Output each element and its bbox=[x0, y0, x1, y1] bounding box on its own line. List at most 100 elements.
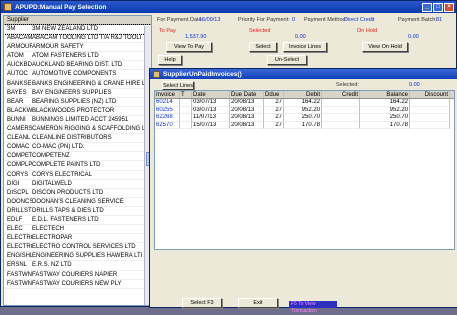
supplier-row[interactable]: DRILLST DRILLS TAPS & DIES LTD bbox=[4, 207, 151, 216]
minimize-button[interactable]: _ bbox=[422, 2, 432, 12]
column-header[interactable]: Credit bbox=[322, 91, 360, 98]
main-window: APUPD:Manual Pay Selection _ □ × Supplie… bbox=[0, 0, 457, 314]
supplier-row[interactable]: COMAC CO-MAC (PN) LTD. bbox=[4, 143, 151, 153]
supplier-row[interactable]: ELECTROCELECTRO CONTROL SERVICES LTD bbox=[4, 243, 151, 253]
invoice-lines-button[interactable]: Invoice Lines bbox=[283, 42, 327, 52]
maximize-button[interactable]: □ bbox=[433, 2, 443, 12]
supplier-row[interactable]: FASTWNAFASTWAY COURIERS NAPIER bbox=[4, 271, 151, 280]
supplier-row[interactable]: BAYES BAY ENGINEERS SUPPLIES bbox=[4, 89, 151, 98]
supplier-row[interactable]: CAMERSLCAMERON RIGGING & SCAFFOLDING L bbox=[4, 125, 151, 135]
supplier-name: DISCON PRODUCTS LTD bbox=[32, 189, 104, 196]
invoice-row[interactable]: 62268 11/07/13 20/08/13 27 250.70 250.70 bbox=[155, 114, 454, 122]
close-button[interactable]: × bbox=[444, 2, 454, 12]
view-to-pay-button[interactable]: View To Pay bbox=[166, 42, 212, 52]
supplier-code: BAYES bbox=[7, 89, 27, 96]
supplier-list[interactable]: Supplier 3M 3M NEW ZEALAND LTD ABACAM ABACA… bbox=[3, 15, 152, 306]
priority-label: Priority For Payment: bbox=[238, 17, 290, 23]
supplier-row[interactable]: DOONCS DOONAN'S CLEANING SERVICE bbox=[4, 198, 151, 207]
supplier-code: DRILLST bbox=[7, 207, 32, 214]
to-pay-value: 1,537.90 bbox=[185, 34, 207, 40]
supplier-row[interactable]: FASTWNEFASTWAY COURIERS NEW PLY bbox=[4, 280, 151, 289]
un-select-button[interactable]: Un-Select bbox=[267, 55, 307, 65]
supplier-code: 3M bbox=[7, 26, 16, 32]
supplier-row[interactable]: ERSNL E.R.S. NZ LTD bbox=[4, 261, 151, 271]
title-bar: APUPD:Manual Pay Selection _ □ × bbox=[1, 1, 456, 13]
supplier-row[interactable]: EDLF E.D.L. FASTENERS LTD bbox=[4, 216, 151, 226]
invoice-grid-header: Invoice T Date Due Date Ddue Debit Credit Balan… bbox=[155, 91, 454, 99]
supplier-name: ARMOUR SAFETY bbox=[32, 44, 84, 51]
invoice-cell: 20/08/13 bbox=[230, 114, 264, 122]
invoice-cell: 952.20 bbox=[360, 106, 410, 115]
supplier-row[interactable]: BANKSE BANKS ENGINEERING & CRANE HIRE L bbox=[4, 80, 151, 89]
supplier-row[interactable]: ATOM ATOM FASTENERS LTD bbox=[4, 52, 151, 62]
invoice-cell: 27 bbox=[264, 114, 284, 122]
column-header[interactable]: T bbox=[180, 91, 192, 98]
supplier-row[interactable]: BUNNI BUNNINGS LIMITED ACCT 245951 bbox=[4, 116, 151, 126]
supplier-name: CAMERON RIGGING & SCAFFOLDING L bbox=[32, 126, 146, 133]
supplier-row[interactable]: BEAR BEARING SUPPLIES (NZ) LTD bbox=[4, 98, 151, 107]
select-button[interactable]: Select bbox=[249, 42, 277, 52]
supplier-row[interactable]: BLACKW BLACKWOODS PROTECTOR bbox=[4, 107, 151, 116]
supplier-code: ERSNL bbox=[7, 262, 28, 269]
supplier-row[interactable]: CLEANL CLEANLINE DISTRIBUTORS bbox=[4, 134, 151, 144]
supplier-row[interactable]: COMPET COMPETENZ bbox=[4, 152, 151, 162]
view-on-hold-button[interactable]: View On Hold bbox=[362, 42, 408, 52]
payment-batch-label: Payment Batch: bbox=[398, 17, 437, 23]
invoice-cell: 164.22 bbox=[284, 99, 322, 107]
invoice-cell: 15/07/13 bbox=[192, 121, 230, 130]
invoice-cell: 250.70 bbox=[284, 114, 322, 122]
supplier-name: ELECTROPAR bbox=[32, 235, 73, 242]
supplier-name: BAY ENGINEERS SUPPLIES bbox=[32, 89, 112, 96]
invoice-cell: 250.70 bbox=[360, 114, 410, 122]
supplier-code: COMPET bbox=[7, 153, 32, 160]
supplier-name: AUTOMOTIVE COMPONENTS bbox=[32, 71, 117, 78]
supplier-row[interactable]: CORYS CORYS ELECTRICAL bbox=[4, 171, 151, 180]
supplier-name: COMPETENZ bbox=[32, 153, 70, 160]
supplier-name: BUNNINGS LIMITED ACCT 245951 bbox=[32, 116, 129, 123]
supplier-row[interactable]: ABACAM ABACAM TOOLING LTD T/A R&J TOOLI bbox=[4, 34, 151, 44]
supplier-name: BLACKWOODS PROTECTOR bbox=[32, 107, 115, 114]
invoice-cell: 60214 bbox=[155, 99, 180, 107]
sub-selected-label: Selected: bbox=[336, 82, 359, 88]
column-header[interactable]: Due Date bbox=[230, 91, 264, 98]
supplier-row[interactable]: AUTOC AUTOMOTIVE COMPONENTS bbox=[4, 70, 151, 80]
column-header[interactable]: Debit bbox=[284, 91, 322, 98]
subwindow-title-bar: SupplierUnPaidInvoices() bbox=[150, 69, 457, 79]
invoice-row[interactable]: 60214 03/07/13 20/08/13 27 164.22 164.22 bbox=[155, 99, 454, 107]
supplier-row[interactable]: DIGI DIGITALWELD bbox=[4, 180, 151, 189]
column-header[interactable]: Date bbox=[192, 91, 230, 98]
window-title: APUPD:Manual Pay Selection bbox=[15, 3, 107, 11]
invoice-cell: 170.78 bbox=[360, 121, 410, 130]
supplier-row[interactable]: ARMOUR ARMOUR SAFETY bbox=[4, 43, 151, 53]
select-lines-button[interactable]: Select Lines bbox=[162, 81, 194, 90]
supplier-code: BEAR bbox=[7, 98, 24, 105]
invoice-row[interactable]: 60255 03/07/13 20/08/13 27 952.20 952.20 bbox=[155, 106, 454, 115]
supplier-row[interactable]: COMPLP COMPLETE PAINTS LTD bbox=[4, 161, 151, 171]
invoice-cell: 11/07/13 bbox=[192, 114, 230, 122]
on-hold-value: 0.00 bbox=[408, 34, 419, 40]
column-header[interactable]: Ddue bbox=[264, 91, 284, 98]
supplier-code: BANKSE bbox=[7, 80, 32, 87]
supplier-row[interactable]: DISCPL DISCON PRODUCTS LTD bbox=[4, 189, 151, 198]
column-header[interactable]: Discount bbox=[410, 91, 450, 98]
selected-label: Selected bbox=[249, 28, 271, 34]
subwindow-title: SupplierUnPaidInvoices() bbox=[163, 70, 242, 78]
supplier-row[interactable]: ELEC ELECTECH bbox=[4, 225, 151, 235]
supplier-row[interactable]: 3M 3M NEW ZEALAND LTD bbox=[4, 23, 151, 36]
supplier-name: FASTWAY COURIERS NEW PLY bbox=[32, 280, 122, 287]
supplier-row[interactable]: AUCKBDLAUCKLAND BEARING DIST. LTD bbox=[4, 61, 151, 71]
subwindow-icon bbox=[153, 70, 160, 78]
help-button[interactable]: Help bbox=[158, 55, 182, 65]
supplier-code: BLACKW bbox=[7, 107, 32, 114]
supplier-header[interactable]: Supplier bbox=[4, 16, 151, 25]
supplier-name: 3M NEW ZEALAND LTD bbox=[32, 26, 98, 32]
column-header[interactable]: Invoice bbox=[155, 91, 180, 98]
supplier-code: FASTWNE bbox=[7, 280, 32, 287]
invoice-row[interactable]: 62570 15/07/13 20/08/13 27 170.78 170.78 bbox=[155, 121, 454, 130]
supplier-row[interactable]: ENGISHL ENGINEERING SUPPLIES HAWERA LTI bbox=[4, 252, 151, 262]
invoice-grid[interactable]: Invoice T Date Due Date Ddue Debit Credit Balan… bbox=[154, 90, 455, 250]
invoice-cell: 20/08/13 bbox=[230, 106, 264, 115]
supplier-name: CLEANLINE DISTRIBUTORS bbox=[32, 135, 112, 142]
column-header[interactable]: Balance bbox=[360, 91, 410, 98]
supplier-row[interactable]: ELECTROELECTROPAR bbox=[4, 234, 151, 244]
